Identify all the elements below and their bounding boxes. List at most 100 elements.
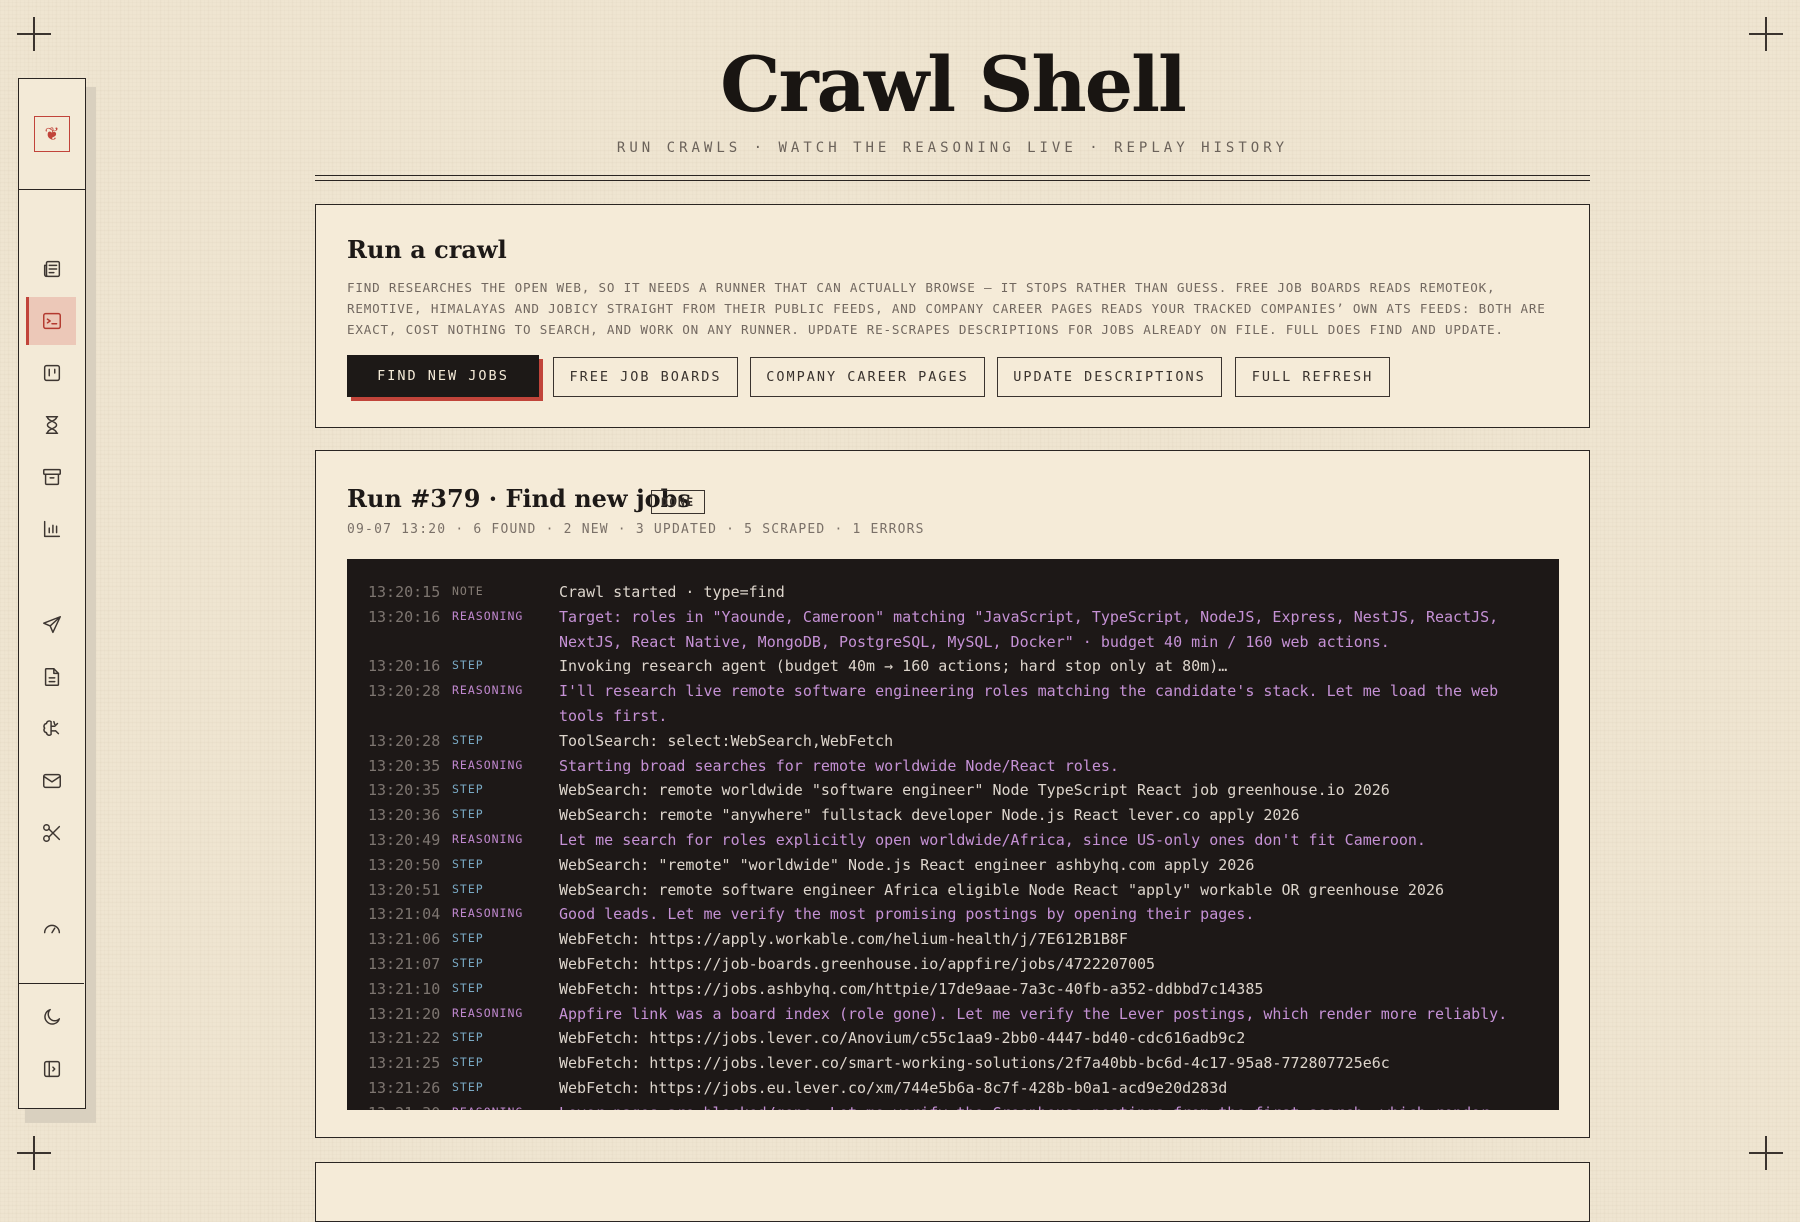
gauge-icon <box>43 924 61 934</box>
log-kind: STEP <box>452 1079 484 1094</box>
full-refresh-button[interactable]: FULL REFRESH <box>1235 357 1390 397</box>
hourglass-icon <box>45 416 59 434</box>
send-icon <box>43 616 61 634</box>
log-kind: NOTE <box>452 584 484 598</box>
run-title: Run #379 · Find new jobs <box>347 484 691 513</box>
free-job-boards-button[interactable]: FREE JOB BOARDS <box>553 357 738 397</box>
log-kind: STEP <box>452 955 484 970</box>
log-message: I'll research live remote software engin… <box>559 682 1508 725</box>
app-logo[interactable]: ❦ <box>34 116 70 152</box>
log-timestamp: 13:20:50 <box>368 855 441 874</box>
bar-chart-icon <box>43 520 61 538</box>
log-timestamp: 13:21:25 <box>368 1054 441 1073</box>
log-timestamp: 13:20:15 <box>368 583 441 601</box>
page-subtitle: RUN CRAWLS · WATCH THE REASONING LIVE · … <box>616 140 1289 156</box>
sidebar-divider <box>19 983 84 984</box>
log-kind: STEP <box>452 782 484 797</box>
log-timestamp: 13:20:36 <box>368 806 441 825</box>
update-descriptions-button[interactable]: UPDATE DESCRIPTIONS <box>997 357 1222 397</box>
sidebar-item-newspaper[interactable] <box>28 245 76 293</box>
log-row: 13:20:51 STEP WebSearch: remote software e… <box>347 878 1559 903</box>
log-message: WebFetch: https://jobs.lever.co/smart-wo… <box>559 1054 1390 1073</box>
log-message: WebFetch: https://jobs.eu.lever.co/xm/74… <box>559 1078 1228 1097</box>
sidebar-item-send[interactable] <box>28 601 76 649</box>
log-timestamp: 13:20:28 <box>368 682 441 701</box>
log-message: Let me search for roles explicitly open … <box>559 830 1426 849</box>
sidebar-item-mail[interactable] <box>28 757 76 805</box>
corner-mark-bottom-left <box>17 1136 51 1170</box>
log-timestamp: 13:20:35 <box>368 781 441 800</box>
sidebar-item-document[interactable] <box>28 653 76 701</box>
sidebar-item-gauge[interactable] <box>28 905 76 953</box>
log-kind: STEP <box>452 732 484 747</box>
log-message: WebFetch: https://jobs.lever.co/Anovium/… <box>559 1029 1246 1048</box>
log-kind: STEP <box>452 807 484 822</box>
corner-mark-top-right <box>1749 17 1783 51</box>
find-new-jobs-button[interactable]: FIND NEW JOBS <box>347 355 539 397</box>
log-kind: STEP <box>452 931 484 946</box>
sidebar-item-kanban[interactable] <box>28 349 76 397</box>
log-timestamp: 13:21:26 <box>368 1078 441 1097</box>
log-row: 13:20:16 REASONING Target: roles in "Yaoun… <box>347 605 1559 655</box>
log-row: 13:20:16 STEP Invoking research agent (bud… <box>347 654 1559 679</box>
log-message: WebFetch: https://apply.workable.com/hel… <box>559 930 1128 949</box>
log-row: 13:21:04 REASONING Good leads. Let me veri… <box>347 902 1559 927</box>
log-timestamp: 13:21:20 <box>368 1004 441 1023</box>
sidebar-item-scissors[interactable] <box>28 809 76 857</box>
run-log[interactable]: 13:20:15 NOTE Crawl started · type=find 13:… <box>347 559 1559 1110</box>
log-kind: STEP <box>452 658 484 673</box>
log-kind: STEP <box>452 980 484 995</box>
log-row: 13:21:22 STEP WebFetch: https://jobs.lever… <box>347 1026 1559 1051</box>
log-kind: STEP <box>452 881 484 896</box>
log-kind: REASONING <box>452 757 524 772</box>
log-message: Starting broad searches for remote world… <box>559 756 1119 775</box>
log-kind: STEP <box>452 1055 484 1070</box>
sidebar-item-archive[interactable] <box>28 453 76 501</box>
sidebar: ❦ <box>18 78 86 1109</box>
log-kind: REASONING <box>452 683 524 698</box>
log-message: ToolSearch: select:WebSearch,WebFetch <box>559 731 894 750</box>
run-meta: 09-07 13:20 · 6 FOUND · 2 NEW · 3 UPDATE… <box>347 522 925 537</box>
newspaper-icon <box>43 260 61 278</box>
sidebar-item-hourglass[interactable] <box>28 401 76 449</box>
log-timestamp: 13:21:30 <box>347 1101 452 1110</box>
kanban-icon <box>43 364 61 382</box>
sidebar-collapse-button[interactable] <box>28 1045 76 1093</box>
run-crawl-heading: Run a crawl <box>347 235 507 264</box>
status-badge: DONE <box>651 490 705 514</box>
terminal-icon <box>43 312 61 330</box>
company-career-pages-button[interactable]: COMPANY CAREER PAGES <box>750 357 985 397</box>
log-timestamp: 13:20:16 <box>368 607 441 626</box>
log-message: WebFetch: https://job-boards.greenhouse.… <box>559 954 1156 973</box>
log-message: WebSearch: "remote" "worldwide" Node.js … <box>559 855 1255 874</box>
log-row: 13:20:15 NOTE Crawl started · type=find <box>347 580 1559 605</box>
log-timestamp: 13:21:04 <box>368 905 441 924</box>
sidebar-toggle-icon <box>43 1060 61 1078</box>
log-kind: REASONING <box>452 1101 559 1110</box>
log-row: 13:21:30REASONINGLever pages are blocked… <box>347 1101 1559 1110</box>
log-timestamp: 13:20:35 <box>368 756 441 775</box>
brain-icon <box>43 720 60 736</box>
sidebar-item-stats[interactable] <box>28 505 76 553</box>
log-kind: REASONING <box>452 831 524 846</box>
log-message: Appfire link was a board index (role gon… <box>559 1004 1508 1023</box>
log-timestamp: 13:20:51 <box>368 880 441 899</box>
moon-icon <box>44 1008 61 1025</box>
log-message: WebSearch: remote software engineer Afri… <box>559 880 1445 899</box>
log-message: Lever pages are blocked/gone. Let me ver… <box>559 1101 1559 1110</box>
log-message: Good leads. Let me verify the most promi… <box>559 905 1255 924</box>
sidebar-logo-area: ❦ <box>19 79 85 190</box>
theme-toggle[interactable] <box>28 993 76 1041</box>
sidebar-item-terminal[interactable] <box>26 297 76 345</box>
log-row: 13:21:26 STEP WebFetch: https://jobs.eu.le… <box>347 1076 1559 1101</box>
log-row: 13:21:25 STEP WebFetch: https://jobs.lever… <box>347 1051 1559 1076</box>
log-timestamp: 13:21:22 <box>368 1029 441 1048</box>
log-message: WebSearch: remote "anywhere" fullstack d… <box>559 806 1300 825</box>
mail-icon <box>43 773 61 789</box>
run-detail-panel: Run #379 · Find new jobs DONE 09-07 13:2… <box>315 450 1590 1138</box>
log-kind: STEP <box>452 856 484 871</box>
log-message: Crawl started · type=find <box>559 583 785 601</box>
sidebar-item-brain[interactable] <box>28 705 76 753</box>
scissors-icon <box>43 824 61 842</box>
corner-mark-top-left <box>17 17 51 51</box>
